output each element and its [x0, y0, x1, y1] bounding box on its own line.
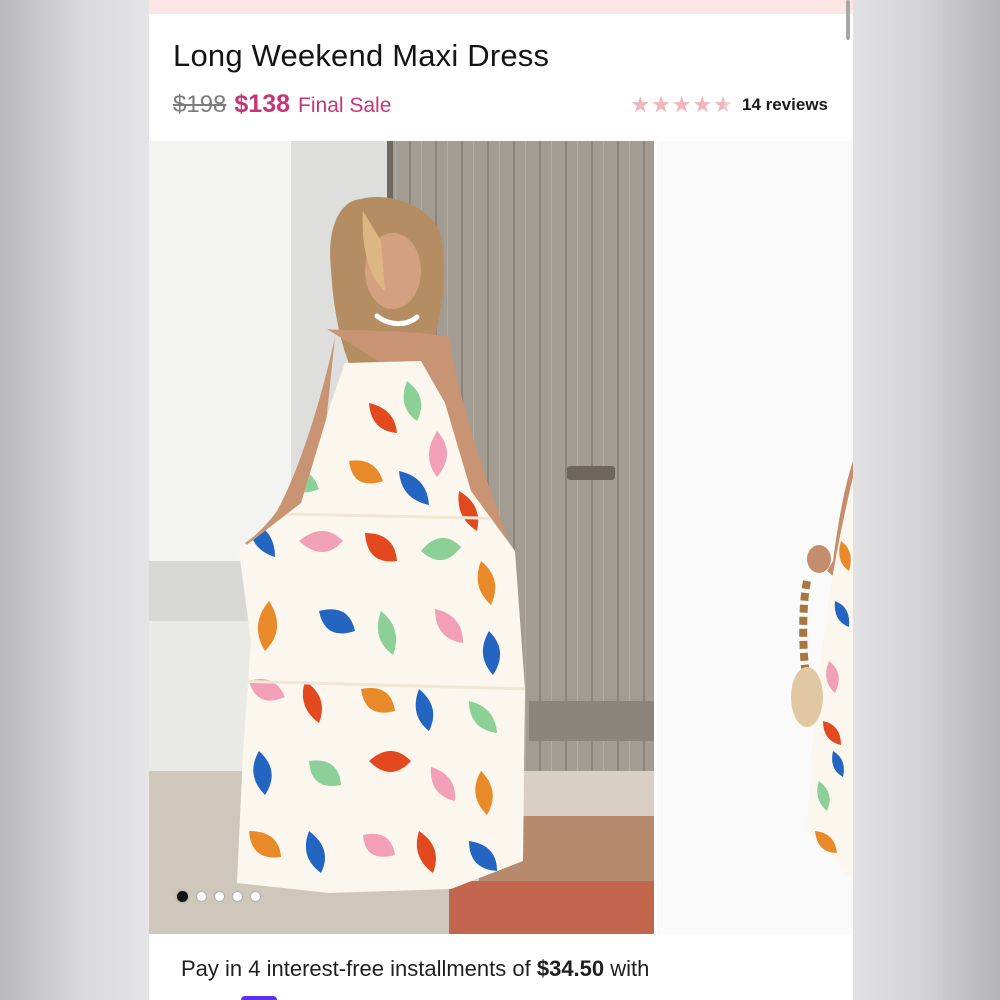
product-image-gallery[interactable] — [149, 141, 853, 934]
product-page: Long Weekend Maxi Dress $198 $138 Final … — [149, 0, 853, 1000]
product-photo-next[interactable] — [657, 141, 853, 934]
original-price: $198 — [173, 91, 227, 118]
promo-banner-strip[interactable] — [149, 0, 853, 14]
star-rating: ★★★★★ ★★★★★ — [630, 94, 734, 116]
installment-message: Pay in 4 interest-free installments of $… — [181, 956, 649, 982]
installment-amount: $34.50 — [536, 956, 605, 981]
scrollbar-thumb[interactable] — [846, 0, 850, 40]
carousel-dot-icon[interactable] — [251, 892, 260, 901]
price-row: $198 $138 Final Sale — [173, 90, 391, 119]
star-icon-row-filled: ★★★★★ — [630, 94, 723, 116]
carousel-pagination[interactable] — [177, 891, 269, 902]
rating-summary[interactable]: ★★★★★ ★★★★★ 14 reviews — [630, 94, 828, 116]
carousel-dot-icon[interactable] — [215, 892, 224, 901]
reviews-link[interactable]: 14 reviews — [742, 95, 828, 115]
carousel-dot-icon[interactable] — [233, 892, 242, 901]
carousel-dot-icon[interactable] — [197, 892, 206, 901]
carousel-dot-icon[interactable] — [177, 891, 188, 902]
installment-suffix: with — [610, 956, 650, 981]
product-title: Long Weekend Maxi Dress — [173, 38, 550, 73]
payment-provider-logo[interactable] — [241, 996, 277, 1000]
sale-price: $138 — [234, 90, 291, 118]
product-photo-main[interactable] — [149, 141, 654, 934]
installment-prefix: Pay in 4 interest-free installments of — [181, 956, 531, 981]
final-sale-label: Final Sale — [298, 94, 392, 117]
